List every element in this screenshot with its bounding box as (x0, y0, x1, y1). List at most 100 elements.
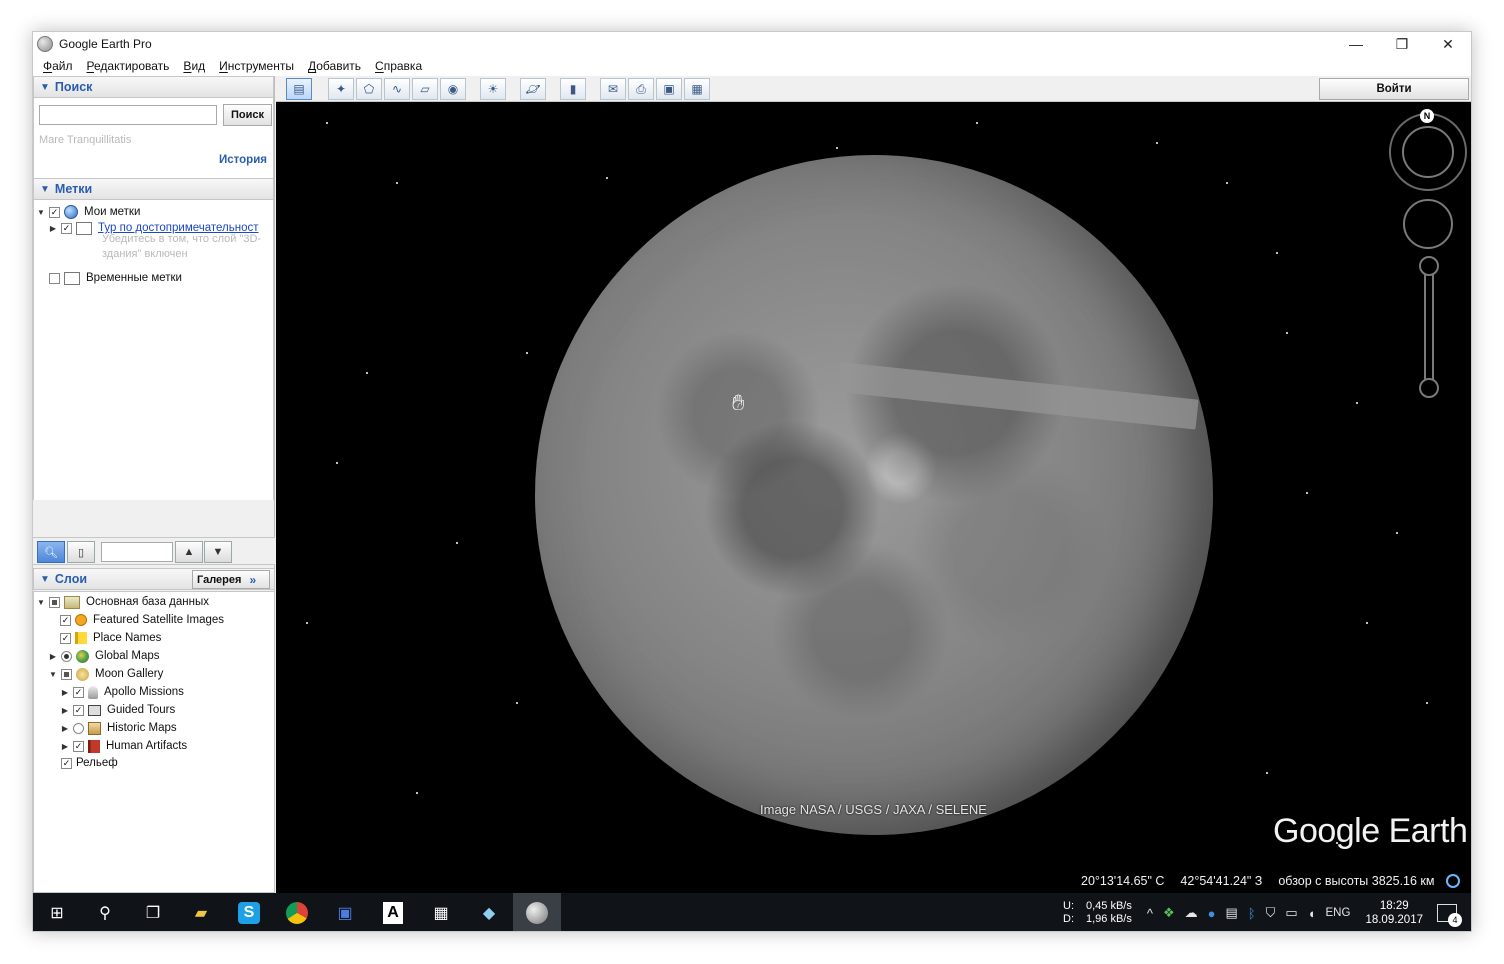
checkbox[interactable]: ✓ (60, 632, 71, 644)
layer-row[interactable]: ▼ Moon Gallery (48, 666, 163, 682)
checkbox[interactable] (49, 272, 60, 284)
menu-edit[interactable]: Редактировать (87, 59, 170, 73)
menu-file[interactable]: Файл (43, 59, 73, 73)
search-button[interactable]: Поиск (223, 104, 272, 126)
expand-arrow-icon[interactable]: ▶ (60, 688, 70, 697)
zoom-in-icon[interactable] (1419, 256, 1439, 276)
notes-app-button[interactable]: ◆ (465, 893, 513, 931)
expand-arrow-icon[interactable]: ▶ (60, 724, 70, 733)
checkbox[interactable]: ✓ (73, 686, 84, 698)
menu-add[interactable]: Добавить (308, 59, 361, 73)
checkbox-partial[interactable] (61, 668, 72, 680)
layer-row[interactable]: ▶ ✓ Guided Tours (60, 702, 175, 718)
shield-icon[interactable]: ⛉ (1266, 905, 1276, 921)
checkbox[interactable]: ✓ (73, 740, 84, 752)
expand-arrow-icon[interactable]: ▶ (48, 652, 58, 661)
layer-row[interactable]: ▶ Historic Maps (60, 720, 177, 736)
history-link[interactable]: История (219, 154, 267, 166)
skype-button[interactable]: S (225, 893, 273, 931)
checkbox[interactable]: ✓ (61, 222, 72, 234)
checkbox[interactable]: ✓ (49, 206, 60, 218)
display-icon[interactable]: ▭ (1285, 905, 1297, 921)
bluetooth-icon[interactable]: ᛒ (1248, 906, 1256, 921)
maximize-button[interactable]: ❐ (1379, 32, 1425, 56)
calculator-button[interactable]: ▦ (417, 893, 465, 931)
save-image-button[interactable]: ▣ (656, 78, 682, 100)
3d-viewer[interactable]: ✋︎ N Image NASA / USGS / JAXA / SELENE G… (276, 102, 1471, 893)
places-filter-input[interactable] (101, 542, 173, 562)
menu-tools[interactable]: Инструменты (219, 59, 294, 73)
login-button[interactable]: Войти (1319, 78, 1469, 100)
menu-help[interactable]: Справка (375, 59, 422, 73)
expand-arrow-icon[interactable]: ▶ (60, 706, 70, 715)
layers-header[interactable]: ▼ Слои Галерея » (33, 568, 275, 590)
menu-view[interactable]: Вид (183, 59, 205, 73)
clipboard-icon[interactable]: ▤ (1225, 905, 1237, 921)
north-indicator[interactable]: N (1420, 109, 1434, 123)
expand-arrow-icon[interactable]: ▶ (48, 224, 58, 233)
volume-icon[interactable]: ◖ (1308, 906, 1316, 921)
browser-tray-icon[interactable]: ● (1208, 906, 1216, 921)
clock[interactable]: 18:29 18.09.2017 (1365, 899, 1423, 927)
zoom-slider[interactable] (1424, 257, 1434, 397)
moon-globe[interactable] (535, 155, 1213, 835)
look-joystick[interactable] (1403, 199, 1453, 249)
places-header[interactable]: ▼ Метки (33, 178, 274, 200)
tree-row-temp-places[interactable]: Временные метки (36, 270, 182, 286)
checkbox[interactable]: ✓ (61, 757, 72, 769)
search-taskbar-button[interactable]: ⚲ (81, 893, 129, 931)
radio[interactable] (61, 650, 72, 662)
layer-row[interactable]: ▶ Global Maps (48, 648, 160, 664)
layer-row[interactable]: ✓ Place Names (60, 630, 161, 646)
checkbox[interactable]: ✓ (73, 704, 84, 716)
checkbox[interactable]: ✓ (60, 614, 71, 626)
checkbox-partial[interactable] (49, 596, 60, 608)
search-input[interactable] (39, 105, 217, 125)
chrome-button[interactable] (273, 893, 321, 931)
layer-row[interactable]: ✓ Featured Satellite Images (60, 612, 224, 628)
collapse-arrow-icon[interactable]: ▼ (48, 670, 58, 679)
add-polygon-button[interactable]: ⬠ (356, 78, 382, 100)
language-indicator[interactable]: ENG (1326, 907, 1351, 919)
record-tour-button[interactable]: ◉ (440, 78, 466, 100)
layer-row-terrain[interactable]: ✓ Рельеф (48, 755, 118, 771)
compass-inner-ring[interactable] (1402, 126, 1454, 178)
notifications-button[interactable]: 4 (1437, 904, 1462, 927)
tree-row-my-places[interactable]: ▼ ✓ Мои метки (36, 204, 140, 220)
file-explorer-button[interactable]: ▰ (177, 893, 225, 931)
collapse-arrow-icon[interactable]: ▼ (36, 208, 46, 217)
sidebar-toggle-button[interactable]: ▤ (286, 78, 312, 100)
layer-row[interactable]: ▶ ✓ Human Artifacts (60, 738, 187, 754)
google-earth-taskbar-button[interactable] (513, 893, 561, 931)
radio[interactable] (73, 722, 84, 734)
planets-button[interactable]: 🪐︎ (520, 78, 546, 100)
task-view-button[interactable]: ❐ (129, 893, 177, 931)
add-overlay-button[interactable]: ▱ (412, 78, 438, 100)
cloud-icon[interactable]: ☁ (1185, 905, 1198, 921)
gallery-button[interactable]: Галерея » (192, 570, 270, 589)
search-header[interactable]: ▼ Поиск (33, 76, 274, 98)
ruler-button[interactable]: ▮ (560, 78, 586, 100)
network-leaf-icon[interactable]: ❖ (1163, 905, 1175, 921)
save-app-button[interactable]: ▣ (321, 893, 369, 931)
move-up-button[interactable]: ▲ (175, 541, 203, 563)
toggle-panel-button[interactable]: ▯ (67, 541, 95, 563)
email-button[interactable]: ✉ (600, 78, 626, 100)
search-places-button[interactable]: 🔍︎ (37, 541, 65, 563)
chevron-up-icon[interactable]: ^ (1147, 906, 1153, 921)
close-button[interactable]: ✕ (1425, 32, 1471, 56)
expand-arrow-icon[interactable]: ▶ (60, 742, 70, 751)
add-path-button[interactable]: ∿ (384, 78, 410, 100)
record-movie-button[interactable]: ▦ (684, 78, 710, 100)
tree-row-primary-db[interactable]: ▼ Основная база данных (36, 594, 209, 610)
sunlight-button[interactable]: ☀ (480, 78, 506, 100)
add-placemark-button[interactable]: ✦ (328, 78, 354, 100)
font-app-button[interactable]: A (369, 893, 417, 931)
print-button[interactable]: ⎙ (628, 78, 654, 100)
move-down-button[interactable]: ▼ (204, 541, 232, 563)
zoom-out-icon[interactable] (1419, 378, 1439, 398)
start-button[interactable]: ⊞ (33, 893, 81, 931)
collapse-arrow-icon[interactable]: ▼ (36, 598, 46, 607)
minimize-button[interactable]: — (1333, 32, 1379, 56)
layer-row[interactable]: ▶ ✓ Apollo Missions (60, 684, 184, 700)
